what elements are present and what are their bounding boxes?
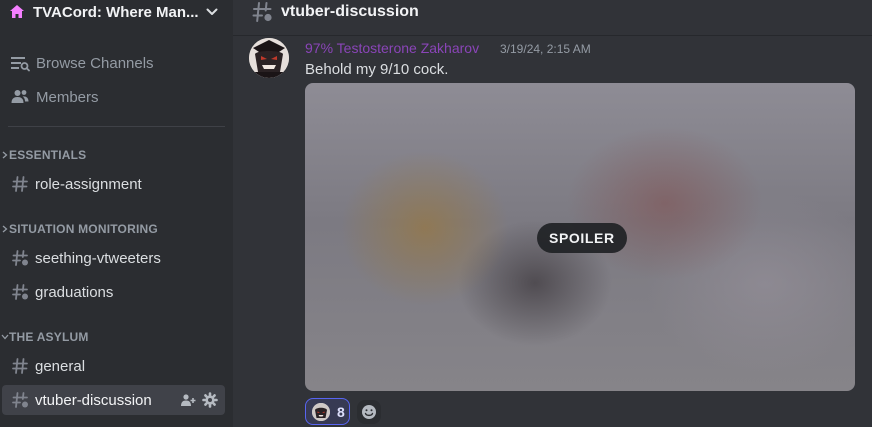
thread-hashtag-icon — [251, 1, 273, 23]
server-name: TVACord: Where Man... — [33, 3, 199, 21]
browse-channels-label: Browse Channels — [36, 54, 154, 72]
hashtag-icon — [10, 356, 30, 376]
channel-seething-vtweeters[interactable]: seething-vtweeters — [2, 243, 225, 273]
chevron-right-icon — [0, 225, 9, 233]
channel-general[interactable]: general — [2, 351, 225, 381]
thread-hashtag-icon — [10, 282, 30, 302]
category-label: SITUATION MONITORING — [9, 222, 158, 236]
thread-hashtag-icon — [10, 390, 30, 410]
channel-label: seething-vtweeters — [35, 249, 161, 267]
sidebar-divider — [8, 126, 225, 127]
members-label: Members — [36, 88, 99, 106]
author-avatar[interactable] — [249, 38, 289, 78]
browse-channels-button[interactable]: Browse Channels — [8, 48, 225, 78]
custom-avatar-emoji-icon — [312, 402, 330, 421]
hashtag-icon — [10, 174, 30, 194]
thread-hashtag-icon — [10, 248, 30, 268]
channel-title: vtuber-discussion — [281, 3, 419, 20]
channel-tools — [179, 385, 219, 415]
members-icon — [10, 87, 30, 107]
category-label: ESSENTIALS — [9, 148, 87, 162]
message-timestamp: 3/19/24, 2:15 AM — [500, 42, 591, 56]
reaction-button[interactable]: 8 — [305, 398, 350, 425]
spoiler-image-attachment[interactable]: SPOILER — [305, 83, 855, 391]
channel-label: general — [35, 357, 86, 375]
chevron-down-icon[interactable] — [205, 5, 219, 19]
spoiler-label: SPOILER — [537, 223, 627, 253]
reaction-count: 8 — [337, 403, 345, 420]
channel-label: role-assignment — [35, 175, 142, 193]
channel-vtuber-discussion[interactable]: vtuber-discussion — [2, 385, 225, 415]
category-label: THE ASYLUM — [9, 330, 89, 344]
category-essentials[interactable]: ESSENTIALS — [0, 147, 86, 163]
members-button[interactable]: Members — [8, 82, 225, 112]
server-home-icon — [8, 3, 26, 21]
channel-sidebar: TVACord: Where Man... Browse Channels Me… — [0, 0, 233, 427]
channel-label: graduations — [35, 283, 114, 301]
invite-people-icon[interactable] — [179, 391, 197, 409]
channel-role-assignment[interactable]: role-assignment — [2, 169, 225, 199]
browse-channels-icon — [10, 53, 30, 73]
category-situation-monitoring[interactable]: SITUATION MONITORING — [0, 221, 158, 237]
message-author[interactable]: 97% Testosterone Zakharov — [305, 40, 479, 56]
chevron-down-icon — [0, 334, 9, 340]
channel-header: vtuber-discussion — [233, 0, 872, 36]
smiley-icon — [361, 404, 377, 420]
chevron-right-icon — [0, 151, 9, 159]
add-reaction-button[interactable] — [357, 400, 381, 424]
message-content: Behold my 9/10 cock. — [305, 61, 449, 78]
channel-label: vtuber-discussion — [35, 391, 152, 409]
channel-graduations[interactable]: graduations — [2, 277, 225, 307]
category-the-asylum[interactable]: THE ASYLUM — [0, 329, 89, 345]
gear-icon[interactable] — [201, 391, 219, 409]
server-header[interactable]: TVACord: Where Man... — [0, 0, 233, 24]
